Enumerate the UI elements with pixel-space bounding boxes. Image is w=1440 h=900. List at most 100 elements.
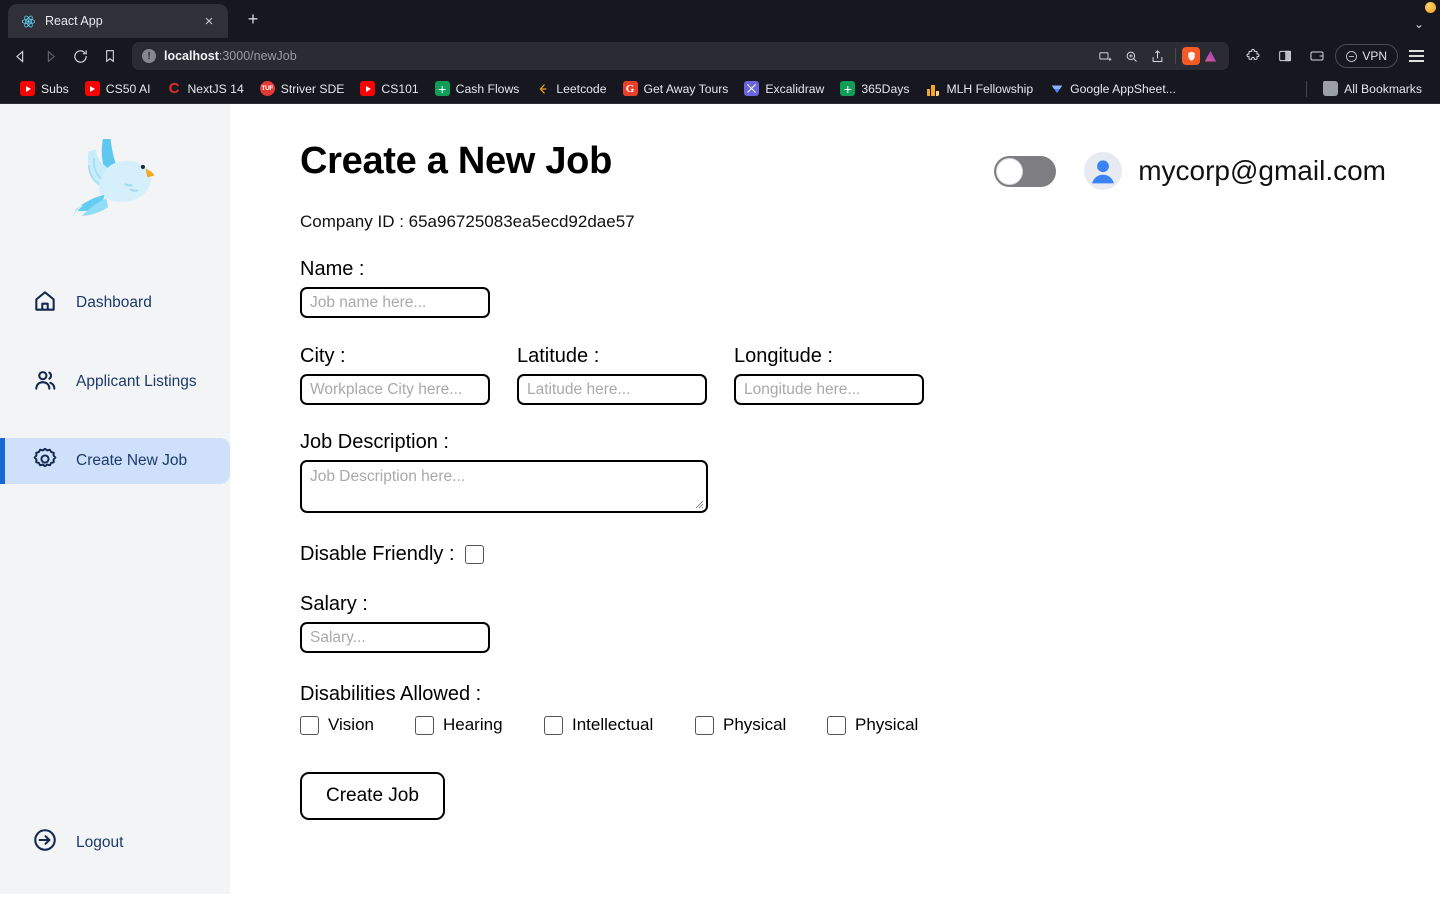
sidebar-item-create-new-job[interactable]: Create New Job xyxy=(0,438,230,484)
sidebar-item-dashboard[interactable]: Dashboard xyxy=(0,280,230,326)
disability-option-physical-2[interactable]: Physical xyxy=(827,715,918,735)
browser-navbar: ! localhost:3000/newJob VPN xyxy=(0,38,1440,74)
field-group-longitude: Longitude : xyxy=(734,345,924,405)
job-name-input[interactable] xyxy=(300,287,490,318)
company-id: Company ID : 65a96725083ea5ecd92dae57 xyxy=(300,212,635,231)
youtube-icon xyxy=(20,81,35,96)
url-path: :3000/newJob xyxy=(218,49,297,63)
sidebar-item-label: Applicant Listings xyxy=(76,373,197,390)
extensions-icon[interactable] xyxy=(1239,42,1267,70)
disabilities-options: Vision Hearing Intellectual Physical Phy… xyxy=(300,715,1400,735)
location-fields-row: City : Latitude : Longitude : xyxy=(300,345,1400,405)
toolbar-right-buttons: VPN xyxy=(1239,42,1430,70)
theme-toggle[interactable] xyxy=(994,155,1057,187)
chevron-down-icon[interactable]: ⌄ xyxy=(1414,17,1424,31)
home-icon xyxy=(32,288,58,319)
all-bookmarks-label: All Bookmarks xyxy=(1344,81,1422,96)
bookmark-label: NextJS 14 xyxy=(187,81,244,96)
intellectual-checkbox[interactable] xyxy=(544,715,563,735)
physical-checkbox-2[interactable] xyxy=(827,715,846,735)
google-sheets-icon xyxy=(434,81,450,96)
disability-option-physical-1[interactable]: Physical xyxy=(695,715,827,735)
name-label: Name : xyxy=(300,258,365,280)
bookmark-label: Get Away Tours xyxy=(643,81,729,96)
brave-shields-icon[interactable] xyxy=(1182,47,1201,65)
salary-input[interactable] xyxy=(300,622,490,653)
page-header: Create a New Job mycorp@gmail.com xyxy=(300,140,1400,190)
page-content: Dashboard Applicant Listings Create New … xyxy=(0,104,1440,894)
bookmark-item[interactable]: 365Days xyxy=(832,78,917,99)
page-title: Create a New Job xyxy=(300,140,612,182)
new-tab-button[interactable]: + xyxy=(240,6,266,32)
brave-rewards-icon[interactable] xyxy=(1202,48,1219,65)
vpn-label: VPN xyxy=(1362,49,1387,63)
split-view-icon[interactable] xyxy=(1093,44,1117,68)
bookmark-item[interactable]: CS50 AI xyxy=(77,78,159,99)
react-icon xyxy=(21,14,36,29)
field-group-description: Job Description : xyxy=(300,431,1400,513)
bookmark-item[interactable]: Cash Flows xyxy=(427,78,528,99)
back-arrow-icon[interactable] xyxy=(6,42,34,70)
disability-label: Physical xyxy=(723,715,787,734)
disability-option-hearing[interactable]: Hearing xyxy=(415,715,544,735)
close-icon[interactable]: × xyxy=(200,12,218,30)
vpn-button[interactable]: VPN xyxy=(1335,44,1398,68)
bookmark-label: MLH Fellowship xyxy=(946,81,1034,96)
header-actions: mycorp@gmail.com xyxy=(994,142,1400,190)
toggle-knob xyxy=(996,157,1024,185)
user-account[interactable]: mycorp@gmail.com xyxy=(1084,152,1386,190)
logout-button[interactable]: Logout xyxy=(0,827,230,858)
menu-icon[interactable] xyxy=(1402,42,1430,70)
url-text: localhost:3000/newJob xyxy=(164,49,297,63)
reload-icon[interactable] xyxy=(66,42,94,70)
bookmark-item[interactable]: Subs xyxy=(12,78,77,99)
bookmark-item[interactable]: TUF Striver SDE xyxy=(252,78,353,99)
bookmark-item[interactable]: CS101 xyxy=(352,78,426,99)
bookmark-item[interactable]: Google AppSheet... xyxy=(1041,78,1184,99)
disability-option-intellectual[interactable]: Intellectual xyxy=(544,715,695,735)
bookmark-item[interactable]: MLH Fellowship xyxy=(917,78,1041,99)
bookmark-item[interactable]: C NextJS 14 xyxy=(159,78,252,99)
takeuforward-icon: TUF xyxy=(259,81,275,96)
browser-tab[interactable]: React App × xyxy=(8,4,228,38)
all-bookmarks-button[interactable]: All Bookmarks xyxy=(1315,78,1430,99)
share-icon[interactable] xyxy=(1145,44,1169,68)
disability-label: Intellectual xyxy=(572,715,654,734)
bookmark-label: 365Days xyxy=(861,81,910,96)
sidebar-item-applicant-listings[interactable]: Applicant Listings xyxy=(0,359,230,405)
bookmark-item[interactable]: G Get Away Tours xyxy=(615,78,737,99)
bookmark-icon[interactable] xyxy=(96,42,124,70)
excalidraw-icon xyxy=(744,81,760,96)
latitude-input[interactable] xyxy=(517,374,707,405)
city-input[interactable] xyxy=(300,374,490,405)
bookmark-label: Leetcode xyxy=(556,81,607,96)
gear-icon xyxy=(32,446,58,477)
longitude-input[interactable] xyxy=(734,374,924,405)
field-group-latitude: Latitude : xyxy=(517,345,707,405)
create-job-button[interactable]: Create Job xyxy=(300,772,445,820)
bookmark-item[interactable]: Excalidraw xyxy=(736,78,832,99)
folder-icon xyxy=(1323,81,1339,96)
bookmark-item[interactable]: Leetcode xyxy=(527,78,614,99)
disable-friendly-checkbox[interactable] xyxy=(464,545,484,564)
window-control-dot xyxy=(1425,2,1436,13)
job-description-textarea[interactable] xyxy=(300,460,708,513)
disability-label: Physical xyxy=(855,715,919,734)
people-icon xyxy=(32,367,58,398)
address-bar[interactable]: ! localhost:3000/newJob xyxy=(132,42,1230,70)
sidebar-toggle-icon[interactable] xyxy=(1271,42,1299,70)
bookmark-label: CS101 xyxy=(381,81,419,96)
bookmark-label: Google AppSheet... xyxy=(1070,81,1176,96)
zoom-icon[interactable] xyxy=(1119,44,1143,68)
disability-option-vision[interactable]: Vision xyxy=(300,715,415,735)
forward-arrow-icon[interactable] xyxy=(36,42,64,70)
hearing-checkbox[interactable] xyxy=(415,715,434,735)
physical-checkbox-1[interactable] xyxy=(695,715,714,735)
vpn-status-icon xyxy=(1346,50,1358,62)
vision-checkbox[interactable] xyxy=(300,715,319,735)
site-info-icon[interactable]: ! xyxy=(142,49,156,63)
logout-icon xyxy=(32,827,58,858)
wallet-icon[interactable] xyxy=(1303,42,1331,70)
latitude-label: Latitude : xyxy=(517,345,600,367)
city-label: City : xyxy=(300,345,346,367)
